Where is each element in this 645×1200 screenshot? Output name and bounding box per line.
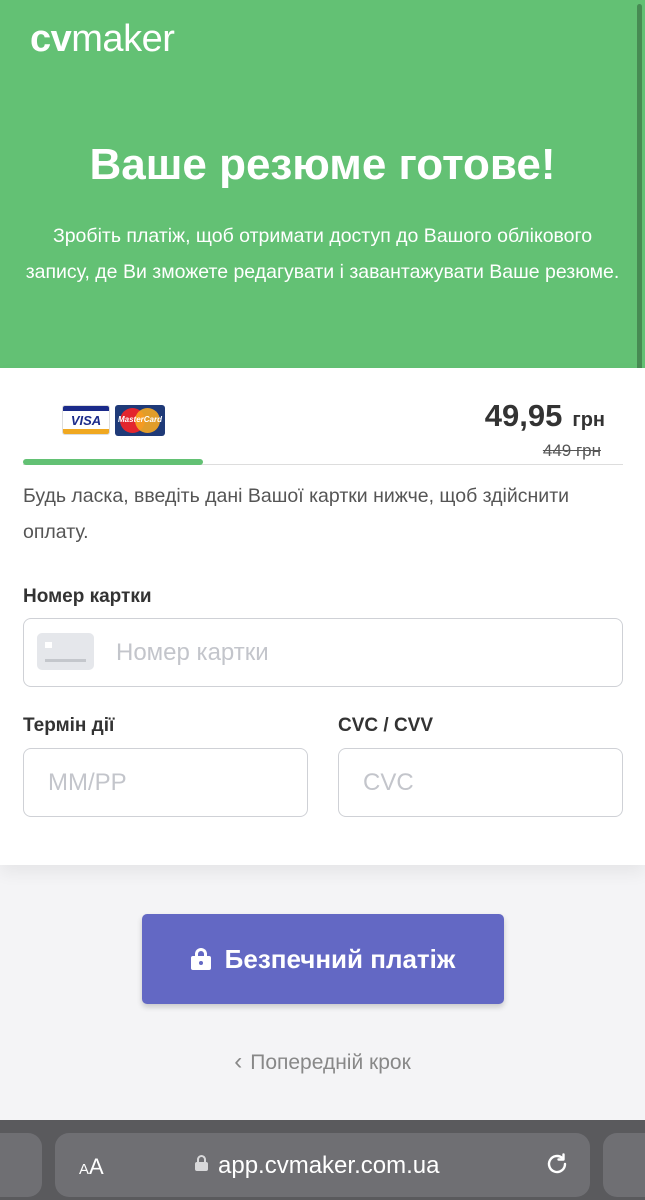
text-size-small-a: A (79, 1161, 90, 1178)
visa-logo: VISA (62, 405, 110, 435)
card-number-label: Номер картки (23, 586, 152, 607)
previous-step-label: Попередній крок (250, 1051, 411, 1074)
visa-logo-text: VISA (70, 413, 102, 428)
price: 49,95 грн (485, 398, 605, 434)
payment-instruction: Будь ласка, введіть дані Вашої картки ни… (23, 485, 570, 543)
page-title: Ваше резюме готове! (89, 140, 556, 189)
payment-card: VISA MasterCard 49,95 грн 449 грн Будь ла… (0, 368, 645, 865)
chevron-left-icon: ‹ (234, 1048, 243, 1075)
progress-fill (23, 459, 203, 465)
price-amount: 49,95 (484, 398, 563, 433)
secure-lock-icon (195, 1155, 208, 1171)
text-size-button[interactable]: AA (79, 1154, 104, 1180)
secure-payment-button-label: Безпечний платіж (224, 943, 456, 974)
expiry-label: Термін дії (23, 715, 115, 736)
cvc-label: CVC / CVV (338, 715, 434, 736)
hero-subtitle: Зробіть платіж, щоб отримати доступ до В… (25, 225, 620, 283)
old-price: 449 грн (542, 441, 601, 460)
logo-cv: cv (30, 18, 72, 60)
secure-payment-button[interactable]: Безпечний платіж (142, 914, 504, 1004)
hero-banner: cvmaker Ваше резюме готове! Зробіть плат… (0, 0, 645, 368)
mastercard-logo-text: MasterCard (117, 415, 162, 424)
cvc-input[interactable] (338, 748, 623, 817)
price-currency: грн (572, 409, 605, 431)
url-text: app.cvmaker.com.ua (218, 1152, 440, 1179)
address-bar[interactable]: AA app.cvmaker.com.ua (55, 1133, 590, 1197)
card-number-input[interactable] (23, 618, 623, 687)
next-tab-preview[interactable] (603, 1133, 645, 1197)
previous-step-link[interactable]: ‹ Попередній крок (0, 1048, 645, 1076)
cvmaker-logo[interactable]: cvmaker (30, 18, 175, 61)
expiry-input[interactable] (23, 748, 308, 817)
credit-card-icon (37, 633, 94, 670)
mastercard-logo: MasterCard (115, 405, 165, 436)
previous-tab-preview[interactable] (0, 1133, 42, 1197)
logo-maker: maker (71, 18, 175, 60)
reload-icon[interactable] (544, 1151, 570, 1177)
text-size-big-a: A (89, 1154, 104, 1179)
lock-icon (190, 948, 211, 970)
